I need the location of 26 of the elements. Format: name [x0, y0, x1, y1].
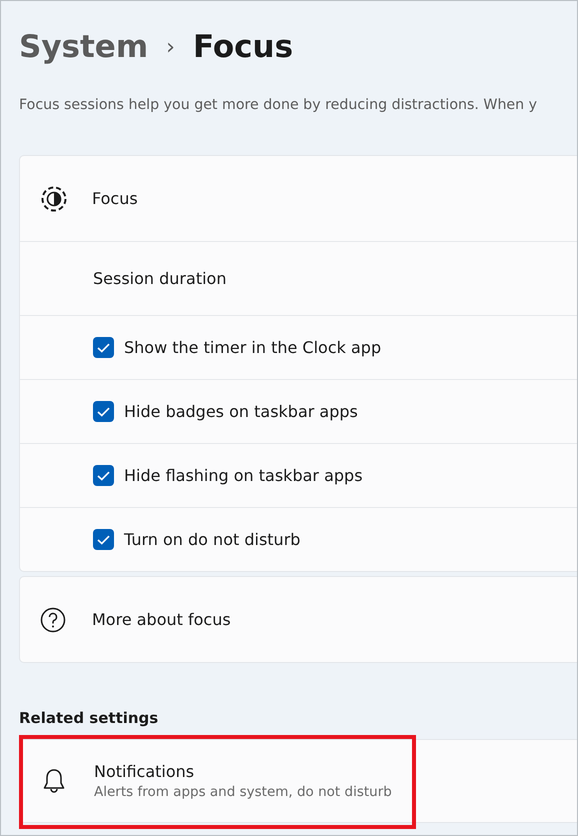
checkbox-label: Show the timer in the Clock app [124, 338, 382, 357]
bell-icon [42, 768, 66, 794]
checkbox[interactable] [93, 337, 114, 358]
help-card[interactable]: More about focus [19, 576, 577, 663]
checkbox-label: Hide badges on taskbar apps [124, 402, 358, 421]
checkbox-label: Hide flashing on taskbar apps [124, 466, 363, 485]
checkbox[interactable] [93, 529, 114, 550]
checkmark-icon [97, 406, 110, 416]
checkbox-label: Turn on do not disturb [124, 530, 300, 549]
checkmark-icon [97, 342, 110, 352]
page-description: Focus sessions help you get more done by reducing distractions. When y [19, 96, 538, 115]
section-heading: Related settings [19, 709, 160, 729]
help-icon [40, 606, 66, 632]
checkmark-icon [97, 470, 110, 480]
breadcrumb-parent[interactable]: System [19, 29, 148, 65]
settings-link-title: Notifications [94, 762, 196, 781]
focus-title: Focus [92, 189, 138, 208]
checkbox[interactable] [93, 465, 114, 486]
settings-link-subtitle: Alerts from apps and system, do not disturb [94, 784, 392, 800]
focus-icon [40, 184, 68, 212]
breadcrumb-separator: › [166, 34, 175, 60]
checkmark-icon [97, 534, 110, 544]
session-duration-label: Session duration [93, 269, 226, 288]
help-link[interactable]: More about focus [92, 610, 231, 629]
page-title: Focus [192, 29, 294, 65]
checkbox[interactable] [93, 401, 114, 422]
